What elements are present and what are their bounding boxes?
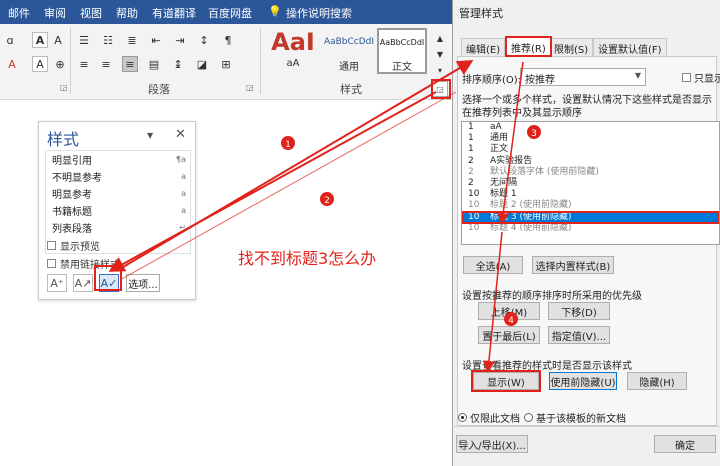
- options-button[interactable]: 选项...: [126, 274, 160, 292]
- styles-pane-title: 样式: [47, 130, 80, 149]
- font-size-icon[interactable]: ɑ: [2, 32, 18, 48]
- close-icon[interactable]: ✕: [175, 127, 186, 142]
- line-spacing-icon[interactable]: ↨: [170, 56, 186, 72]
- instruction-text: 选择一个或多个样式，设置默认情况下这些样式是否显示在推荐列表中及其显示顺序: [462, 95, 712, 119]
- borders-icon[interactable]: ⊞: [218, 56, 234, 72]
- hide-until-used-button[interactable]: 使用前隐藏(U): [549, 372, 617, 390]
- lightbulb-icon: 💡: [268, 5, 282, 18]
- style-preview-aa[interactable]: AaI aA: [268, 28, 318, 74]
- justify-icon[interactable]: ≡: [122, 56, 138, 72]
- align-center-icon[interactable]: ≡: [98, 56, 114, 72]
- tab-set-defaults[interactable]: 设置默认值(F): [593, 38, 667, 56]
- pane-menu-icon[interactable]: ▼: [147, 131, 153, 140]
- manage-styles-button[interactable]: A✓: [99, 274, 119, 292]
- multilevel-icon[interactable]: ≣: [124, 32, 140, 48]
- list-item[interactable]: 2 无间隔: [462, 178, 719, 189]
- hide-button[interactable]: 隐藏(H): [627, 372, 687, 390]
- clear-format-icon[interactable]: A: [32, 32, 48, 48]
- list-item[interactable]: 书籍标题 a: [46, 202, 190, 219]
- style-inspector-button[interactable]: A↗: [73, 274, 93, 292]
- list-item[interactable]: 1 正文: [462, 144, 719, 155]
- list-item[interactable]: 1 aA: [462, 122, 719, 133]
- paragraph-dialog-launcher-icon[interactable]: ◲: [246, 83, 254, 92]
- visibility-label: 设置查看推荐的样式时是否显示该样式: [462, 361, 632, 372]
- styles-pane: 样式 ▼ ✕ 明显引用 ¶a 不明显参考 a 明显参考 a 书籍标题 a 列表段落 ↵ 显…: [38, 121, 196, 300]
- list-item[interactable]: 2 A实验报告: [462, 156, 719, 167]
- menu-help[interactable]: 帮助: [116, 5, 138, 21]
- move-down-button[interactable]: 下移(D): [548, 302, 610, 320]
- shading-icon[interactable]: ◪: [194, 56, 210, 72]
- menu-mailings[interactable]: 邮件: [8, 5, 30, 21]
- menu-view[interactable]: 视图: [80, 5, 102, 21]
- list-item[interactable]: 明显引用 ¶a: [46, 151, 190, 168]
- sort-order-select[interactable]: 按推荐 ▼: [520, 68, 646, 86]
- list-item[interactable]: 1 通用: [462, 133, 719, 144]
- enclose-char-icon[interactable]: ⊕: [52, 56, 68, 72]
- tell-me-search[interactable]: 操作说明搜索: [286, 5, 352, 21]
- priority-label: 设置按推荐的顺序排序时所采用的优先级: [462, 291, 642, 302]
- decrease-indent-icon[interactable]: ⇤: [148, 32, 164, 48]
- list-item[interactable]: 10 标题 2 (使用前隐藏): [462, 200, 719, 211]
- distributed-icon[interactable]: ▤: [146, 56, 162, 72]
- list-item[interactable]: 10 标题 4 (使用前隐藏): [462, 223, 719, 234]
- menu-review[interactable]: 审阅: [44, 5, 66, 21]
- dialog-title: 管理样式: [459, 7, 503, 20]
- menu-baidu[interactable]: 百度网盘: [208, 5, 252, 21]
- manage-styles-icon: A✓: [100, 276, 118, 290]
- style-preview-normal[interactable]: AaBbCcDdI 正文: [377, 28, 427, 74]
- disable-linked-styles-checkbox[interactable]: 禁用链接样式: [47, 256, 120, 271]
- new-style-button[interactable]: A⁺: [47, 274, 67, 292]
- select-builtin-button[interactable]: 选择内置样式(B): [532, 256, 614, 274]
- sort-order-label: 排序顺序(O):: [462, 75, 522, 86]
- gallery-scroll-up-icon[interactable]: ▲: [432, 30, 448, 46]
- new-style-icon: A⁺: [50, 276, 64, 290]
- char-shading-icon[interactable]: A: [32, 56, 48, 72]
- sort-icon[interactable]: ↕: [196, 32, 212, 48]
- numbering-icon[interactable]: ☷: [100, 32, 116, 48]
- ribbon: ɑ A A A A ⊕ ☰ ☷ ≣ ⇤ ⇥ ↕ ¶ ≡ ≡ ≡ ▤ ↨ ◪ ⊞ …: [0, 24, 452, 100]
- import-export-button[interactable]: 导入/导出(X)...: [456, 435, 528, 453]
- only-this-document-radio[interactable]: 仅限此文档: [458, 410, 520, 425]
- increase-indent-icon[interactable]: ⇥: [172, 32, 188, 48]
- menu-bar: 邮件 审阅 视图 帮助 有道翻译 百度网盘 💡 操作说明搜索: [0, 0, 452, 24]
- bullets-icon[interactable]: ☰: [76, 32, 92, 48]
- show-preview-checkbox[interactable]: 显示预览: [47, 238, 100, 253]
- style-preview-general[interactable]: AaBbCcDdI 通用: [322, 28, 376, 74]
- list-item[interactable]: 不明显参考 a: [46, 168, 190, 185]
- move-up-button[interactable]: 上移(M): [478, 302, 540, 320]
- inspector-icon: A↗: [74, 276, 92, 290]
- gallery-more-icon[interactable]: ▾: [432, 62, 448, 78]
- show-button[interactable]: 显示(W): [471, 370, 541, 392]
- list-item[interactable]: 2 默认段落字体 (使用前隐藏): [462, 167, 719, 178]
- select-all-button[interactable]: 全选(A): [463, 256, 523, 274]
- move-to-last-button[interactable]: 置于最后(L): [478, 326, 540, 344]
- ok-button[interactable]: 确定: [654, 435, 716, 453]
- list-item[interactable]: 明显参考 a: [46, 185, 190, 202]
- gallery-scroll-down-icon[interactable]: ▼: [432, 46, 448, 62]
- styles-group-label: 样式: [340, 83, 362, 96]
- only-show-checkbox[interactable]: 只显示: [682, 70, 720, 85]
- paragraph-group-label: 段落: [148, 83, 170, 96]
- list-item-selected[interactable]: 10 标题 3 (使用前隐藏): [462, 210, 719, 224]
- chevron-down-icon: ▼: [634, 71, 641, 80]
- char-border-icon[interactable]: A: [50, 32, 66, 48]
- show-marks-icon[interactable]: ¶: [220, 32, 236, 48]
- list-item[interactable]: 10 标题 1: [462, 189, 719, 200]
- new-documents-radio[interactable]: 基于该模板的新文档: [524, 410, 626, 425]
- menu-youdao[interactable]: 有道翻译: [152, 5, 196, 21]
- font-dialog-launcher-icon[interactable]: ◲: [60, 83, 68, 92]
- font-color-icon[interactable]: A: [4, 56, 20, 72]
- tab-edit[interactable]: 编辑(E): [461, 38, 506, 56]
- recommended-styles-list[interactable]: 1 aA 1 通用 1 正文 2 A实验报告 2 默认段落字体 (使用前隐藏) 2 无间隔 …: [461, 121, 720, 245]
- list-item[interactable]: 列表段落 ↵: [46, 219, 190, 236]
- styles-dialog-launcher-icon[interactable]: ◲: [432, 81, 448, 97]
- tab-recommend[interactable]: 推荐(R): [505, 36, 552, 57]
- align-left-icon[interactable]: ≡: [76, 56, 92, 72]
- annotation-question: 找不到标题3怎么办: [238, 249, 377, 268]
- assign-value-button[interactable]: 指定值(V)...: [548, 326, 610, 344]
- tab-restrict[interactable]: 限制(S): [549, 38, 594, 56]
